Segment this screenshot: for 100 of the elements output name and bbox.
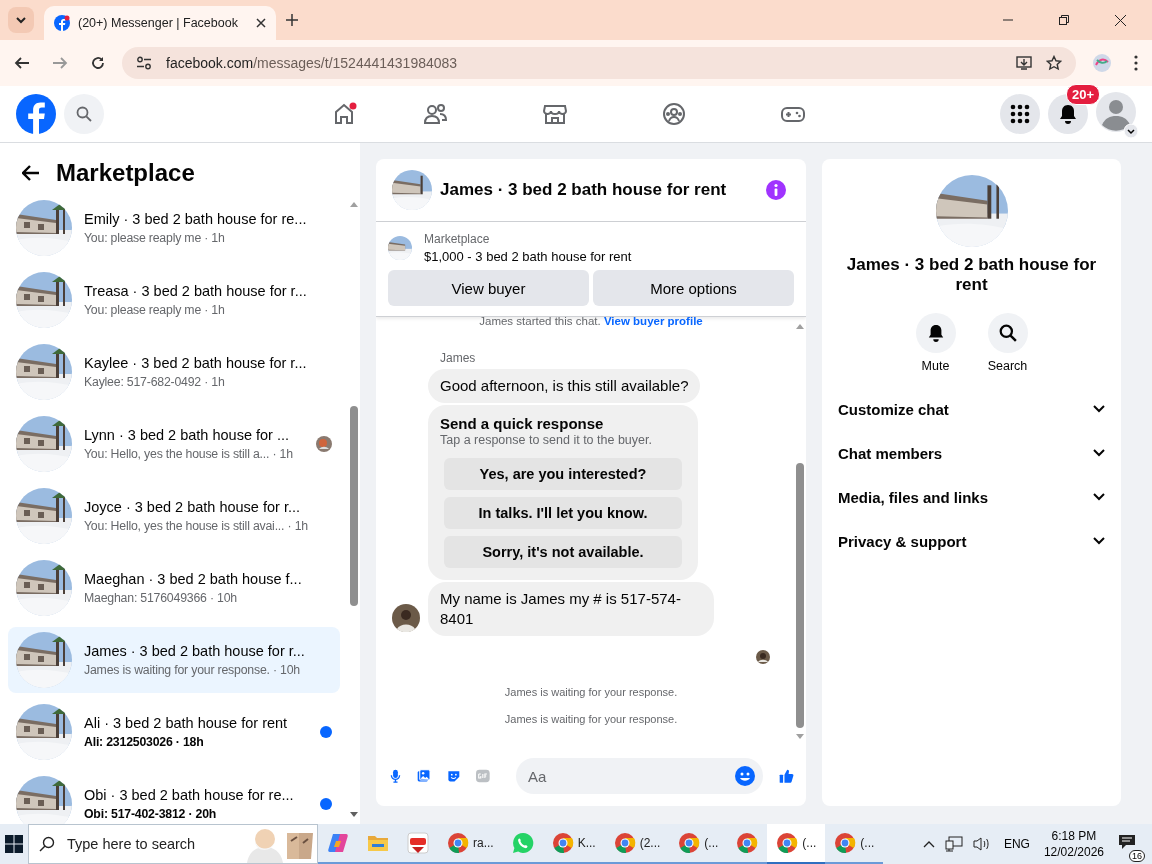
conversation-item[interactable]: Maeghan · 3 bed 2 bath house f... Maeghan: 5176049366 · 10h — [8, 555, 340, 621]
view-buyer-profile-link[interactable]: View buyer profile — [603, 315, 703, 327]
taskbar-app[interactable]: (... — [767, 824, 826, 864]
conversation-item[interactable]: Joyce · 3 bed 2 bath house for r... You: Hello, yes the house is still avai... · 1h — [8, 483, 340, 549]
bell-icon — [926, 324, 945, 342]
grid-icon — [1010, 104, 1030, 124]
scroll-up-icon[interactable] — [796, 323, 804, 329]
shop-icon[interactable] — [541, 102, 568, 126]
taskbar-search-field[interactable]: Type here to search — [28, 824, 318, 864]
bell-button[interactable] — [915, 313, 956, 353]
taskbar-app[interactable]: (2... — [604, 824, 670, 864]
tab-search-button[interactable] — [8, 7, 34, 33]
address-field[interactable]: facebook.com/messages/t/1524441431984083 — [122, 47, 1076, 79]
chevron-up-icon[interactable] — [922, 840, 935, 848]
view-buyer-button[interactable]: View buyer — [388, 270, 589, 306]
close-icon[interactable] — [256, 18, 266, 28]
taskbar-app[interactable]: ra... — [438, 824, 503, 864]
taskbar-app[interactable]: (... — [669, 824, 728, 864]
new-tab-icon[interactable] — [286, 14, 298, 26]
conversation-name: James · 3 bed 2 bath house for rent — [846, 255, 1097, 295]
chevron-down-icon — [1093, 405, 1105, 413]
language-indicator[interactable]: ENG — [1003, 837, 1030, 851]
more-options-button[interactable]: More options — [593, 270, 794, 306]
scroll-thumb[interactable] — [350, 406, 358, 606]
browser-tab[interactable]: (20+) Messenger | Facebook — [44, 6, 276, 40]
quick-reply-button[interactable]: In talks. I'll let you know. — [444, 497, 682, 529]
facebook-logo[interactable] — [16, 94, 56, 134]
section-header[interactable]: Customize chat — [838, 387, 1105, 431]
message-preview: Maeghan: 5176049366 · 10h — [84, 591, 238, 605]
message-input[interactable]: Aa — [515, 758, 763, 794]
star-icon[interactable] — [1046, 55, 1062, 71]
folder-icon — [367, 833, 389, 853]
volume-icon[interactable] — [972, 836, 991, 852]
message-preview: James is waiting for your response. · 10h — [84, 663, 301, 677]
conversation-title: Maeghan · 3 bed 2 bath house f... — [84, 571, 303, 587]
info-icon[interactable] — [766, 180, 786, 200]
scroll-up-icon[interactable] — [350, 201, 358, 207]
scroll-down-icon[interactable] — [796, 734, 804, 740]
section-header[interactable]: Chat members — [838, 431, 1105, 475]
groups-icon[interactable] — [660, 102, 687, 126]
notification-count: 16 — [1129, 850, 1145, 862]
restore-icon[interactable] — [1059, 15, 1069, 25]
facebook-icon — [54, 15, 70, 31]
section-header[interactable]: Media, files and links — [838, 475, 1105, 519]
search-icon — [76, 106, 92, 122]
chat-title: James · 3 bed 2 bath house for rent — [440, 180, 727, 200]
listing-title: $1,000 - 3 bed 2 bath house for rent — [424, 249, 632, 264]
menu-button[interactable] — [1000, 94, 1040, 134]
back-arrow-icon[interactable] — [22, 165, 40, 181]
back-icon[interactable] — [14, 55, 30, 71]
message-preview: You: please reaply me · 1h — [84, 303, 226, 317]
emoji-icon[interactable] — [734, 766, 755, 786]
site-settings-icon[interactable] — [136, 56, 152, 70]
quick-response-title: Send a quick response — [440, 415, 605, 432]
conversation-item[interactable]: Ali · 3 bed 2 bath house for rent Ali: 2312503026 · 18h — [8, 699, 340, 765]
conversation-item[interactable]: Treasa · 3 bed 2 bath house for r... You: please reaply me · 1h — [8, 267, 340, 333]
forward-icon[interactable] — [52, 55, 68, 71]
windows-icon[interactable] — [5, 835, 23, 853]
conversation-title: Lynn · 3 bed 2 bath house for ... — [84, 427, 291, 443]
chevron-down-icon — [1093, 493, 1105, 501]
chevron-down-icon — [1093, 537, 1105, 545]
message-bubble: Good afternoon, is this still available? — [428, 369, 701, 403]
conversation-item[interactable]: James · 3 bed 2 bath house for r... James is waiting for your response. · 10h — [8, 627, 340, 693]
notifications-icon[interactable] — [1118, 834, 1136, 850]
conversation-item[interactable]: Kaylee · 3 bed 2 bath house for r... Kaylee: 517-682-0492 · 1h — [8, 339, 340, 405]
close-icon[interactable] — [1115, 14, 1126, 26]
scroll-thumb[interactable] — [796, 463, 804, 728]
scroll-down-icon[interactable] — [350, 812, 358, 818]
people-icon[interactable] — [422, 102, 449, 126]
taskbar-app[interactable]: K... — [542, 824, 605, 864]
quick-reply-button[interactable]: Sorry, it's not available. — [444, 536, 682, 568]
status-notice: James is waiting for your response. — [503, 686, 679, 698]
search-icon — [998, 324, 1017, 342]
avatar-icon — [392, 604, 420, 632]
taskbar-app[interactable]: (... — [825, 824, 884, 864]
sidebar-title: Marketplace — [56, 159, 195, 187]
section-header[interactable]: Privacy & support — [838, 519, 1105, 563]
search-button[interactable] — [987, 313, 1028, 353]
home-icon[interactable] — [332, 102, 358, 126]
chat-app-icon — [511, 832, 534, 854]
clock[interactable]: 6:18 PM 12/02/2026 — [1043, 828, 1104, 860]
chevron-down-icon[interactable] — [1124, 124, 1138, 138]
action-label: Mute — [921, 359, 950, 373]
install-icon[interactable] — [1016, 55, 1032, 71]
quick-reply-button[interactable]: Yes, are you interested? — [444, 458, 682, 490]
browser-icon — [613, 832, 636, 854]
reload-icon[interactable] — [90, 55, 106, 71]
listing-label: Marketplace — [424, 232, 491, 246]
network-icon[interactable] — [944, 836, 963, 852]
conversation-title: Treasa · 3 bed 2 bath house for r... — [84, 283, 308, 299]
conversation-item[interactable]: Emily · 3 bed 2 bath house for re... You: please reaply me · 1h — [8, 195, 340, 261]
browser-icon — [834, 832, 857, 854]
conversation-title: Ali · 3 bed 2 bath house for rent — [84, 715, 289, 731]
tab-title: (20+) Messenger | Facebook — [78, 16, 239, 30]
browser-icon — [447, 832, 469, 854]
profile-avatar-icon[interactable] — [1092, 53, 1112, 73]
menu-icon[interactable] — [1134, 55, 1138, 71]
browser-icon — [736, 832, 759, 854]
seen-avatar-icon — [756, 650, 770, 664]
conversation-item[interactable]: Lynn · 3 bed 2 bath house for ... You: Hello, yes the house is still a... · 1h — [8, 411, 340, 477]
